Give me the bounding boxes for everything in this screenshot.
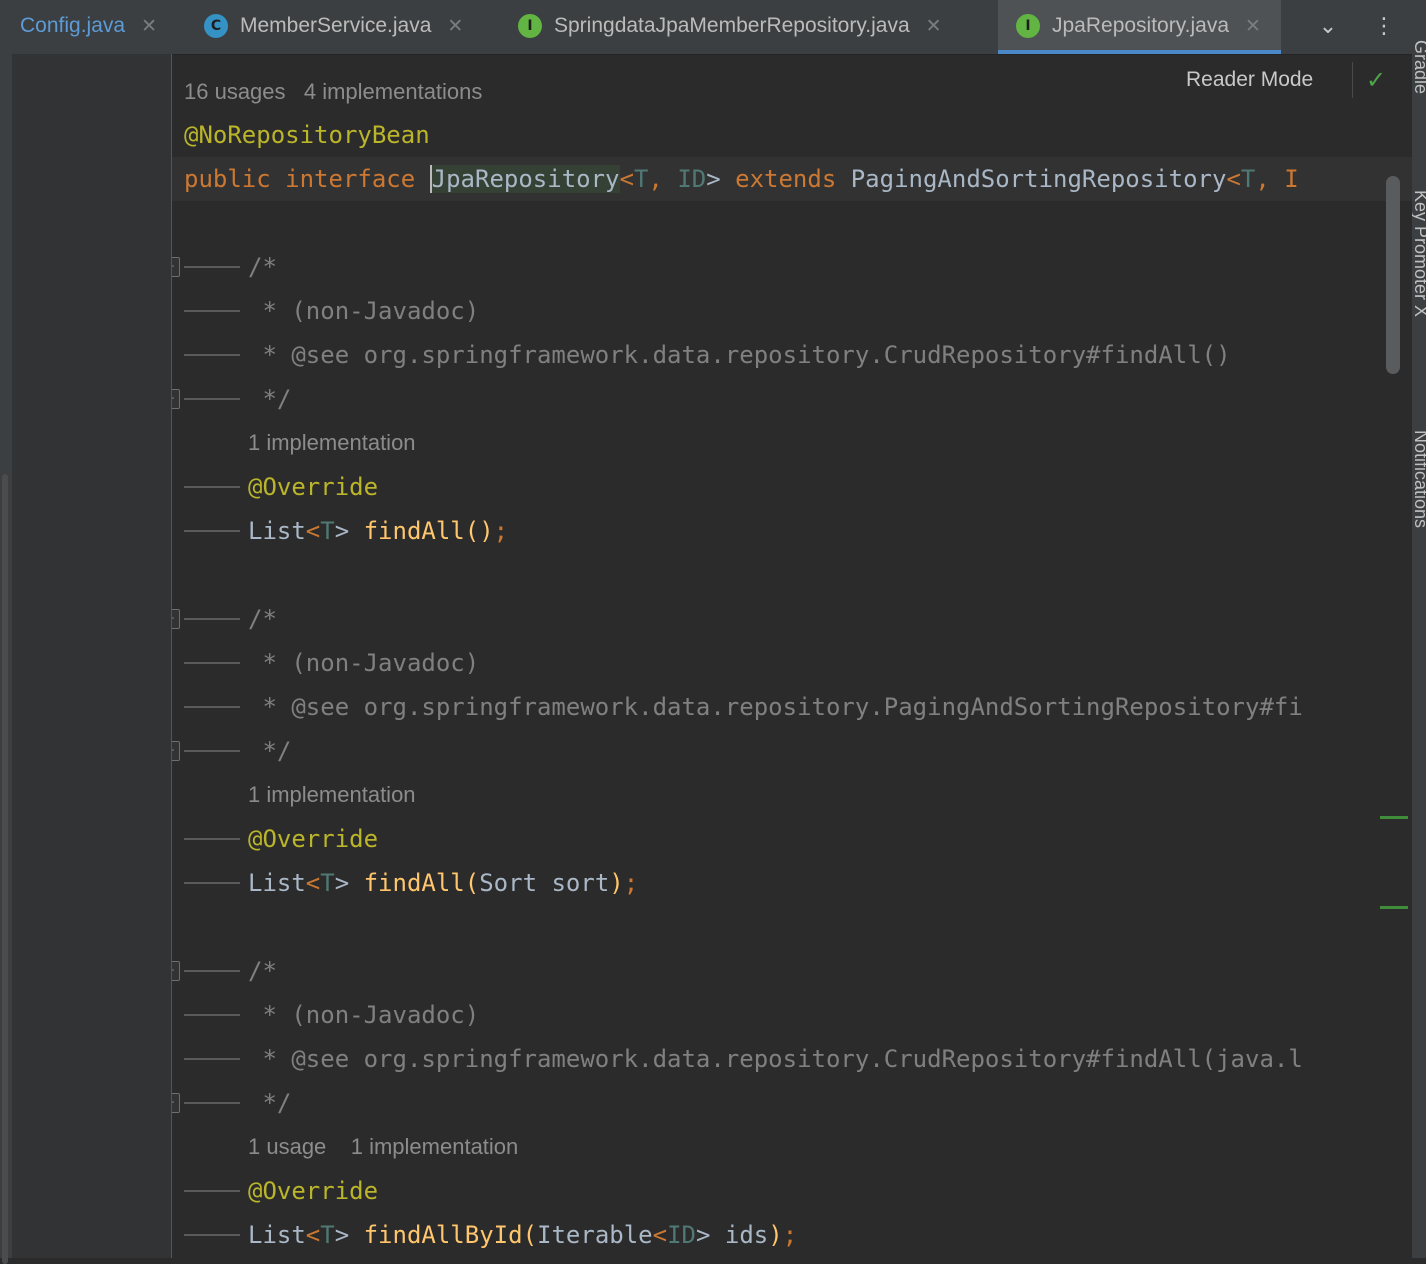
tab-config-java[interactable]: Config.java ✕	[20, 0, 157, 52]
tab-jparepository-java[interactable]: I JpaRepository.java ✕	[998, 0, 1281, 54]
comment: * @see org.springframework.data.reposito…	[248, 341, 1231, 369]
side-panel-key-promoter-x[interactable]: Key Promoter X	[1412, 190, 1426, 317]
code-line-44: 44 − */	[172, 377, 1412, 421]
fold-icon[interactable]: −	[172, 609, 180, 629]
code-line-41: 41 − /*	[172, 245, 1412, 289]
side-panel-notifications[interactable]: Notifications	[1412, 430, 1426, 528]
code-line-56: 56 * (non-Javadoc)	[172, 993, 1412, 1037]
annotation: @Override	[248, 473, 379, 501]
change-marker	[1380, 906, 1408, 909]
comment: * (non-Javadoc)	[248, 1001, 480, 1029]
code-line-60: 60 ↑ I↓ List<T> findAllById(Iterable<ID>…	[172, 1213, 1412, 1257]
code-line-43: 43 * @see org.springframework.data.repos…	[172, 333, 1412, 377]
code-line-49: 49 * (non-Javadoc)	[172, 641, 1412, 685]
reader-mode-button[interactable]: Reader Mode	[1186, 68, 1313, 92]
close-icon[interactable]: ✕	[141, 15, 157, 37]
interface-icon: I	[518, 14, 542, 38]
code-editor[interactable]: 16 usages 4 implementations 38 @NoReposi…	[172, 54, 1412, 1258]
comment: * (non-Javadoc)	[248, 649, 480, 677]
interface-icon: I	[1016, 14, 1040, 38]
fold-icon[interactable]: −	[172, 257, 180, 277]
inlay-hint-row: 1 implementation	[172, 421, 1412, 465]
code-line-51: 51 − */	[172, 729, 1412, 773]
usages-hint[interactable]: 16 usages 4 implementations	[184, 70, 482, 114]
annotation: @Override	[248, 1177, 379, 1205]
more-vertical-icon[interactable]: ⋮	[1368, 10, 1400, 42]
comment: * @see org.springframework.data.reposito…	[248, 1045, 1303, 1073]
change-marker	[1380, 816, 1408, 819]
code-line-52: 52 @Override	[172, 817, 1412, 861]
comment: /*	[248, 605, 277, 633]
code-line-59: 59 @Override	[172, 1169, 1412, 1213]
class-icon: C	[204, 14, 228, 38]
code-line-46: 46 ↑ I↓ List<T> findAll();	[172, 509, 1412, 553]
tab-label: SpringdataJpaMemberRepository.java	[554, 14, 910, 37]
fold-icon[interactable]: −	[172, 961, 180, 981]
annotation: @Override	[248, 825, 379, 853]
comment: * (non-Javadoc)	[248, 297, 480, 325]
code-line-54: 54	[172, 905, 1412, 949]
code-line-45: 45 @Override	[172, 465, 1412, 509]
code-line-50: 50 * @see org.springframework.data.repos…	[172, 685, 1412, 729]
editor-tab-bar: Config.java ✕ C MemberService.java ✕ I S…	[0, 0, 1412, 55]
tab-label: JpaRepository.java	[1052, 14, 1230, 37]
code-line-53: 53 ↑ I↓ List<T> findAll(Sort sort);	[172, 861, 1412, 905]
code-line-40: 40	[172, 201, 1412, 245]
code-text: List<T> findAll(Sort sort);	[248, 869, 639, 897]
chevron-down-icon[interactable]: ⌄	[1312, 10, 1344, 42]
fold-icon[interactable]: −	[172, 741, 180, 761]
implementations-hint[interactable]: 1 implementation	[248, 421, 416, 465]
close-icon[interactable]: ✕	[1245, 15, 1261, 37]
tab-label: Config.java	[20, 14, 126, 37]
comment: */	[248, 1089, 292, 1117]
code-line-48: 48 − /*	[172, 597, 1412, 641]
tab-label: MemberService.java	[240, 14, 432, 37]
usages-hint[interactable]: 1 usage 1 implementation	[248, 1125, 518, 1169]
code-line-42: 42 * (non-Javadoc)	[172, 289, 1412, 333]
check-icon[interactable]: ✓	[1366, 66, 1386, 94]
fold-icon[interactable]: −	[172, 389, 180, 409]
inlay-hint-row: 1 implementation	[172, 773, 1412, 817]
right-tool-window-strip: Gradle Key Promoter X Notifications	[1412, 0, 1426, 1258]
code-text: public interface JpaRepository<T, ID> ex…	[184, 165, 1299, 193]
code-line-38: 38 @NoRepositoryBean	[172, 113, 1412, 157]
comment: /*	[248, 957, 277, 985]
tab-springdatajpamemberrepository-java[interactable]: I SpringdataJpaMemberRepository.java ✕	[518, 0, 942, 52]
vertical-scrollbar[interactable]	[1386, 176, 1400, 374]
left-tool-window-strip	[0, 54, 12, 1264]
code-line-58: 58 − */	[172, 1081, 1412, 1125]
tab-memberservice-java[interactable]: C MemberService.java ✕	[204, 0, 463, 52]
code-text: List<T> findAllById(Iterable<ID> ids);	[248, 1221, 798, 1249]
editor-gutter	[12, 54, 172, 1258]
code-line-55: 55 − /*	[172, 949, 1412, 993]
close-icon[interactable]: ✕	[926, 15, 942, 37]
comment: */	[248, 737, 292, 765]
scroll-marker	[2, 474, 8, 1264]
code-line-57: 57 * @see org.springframework.data.repos…	[172, 1037, 1412, 1081]
side-panel-gradle[interactable]: Gradle	[1412, 40, 1426, 94]
comment: /*	[248, 253, 277, 281]
annotation: @NoRepositoryBean	[184, 121, 430, 149]
comment: */	[248, 385, 292, 413]
fold-icon[interactable]: −	[172, 1093, 180, 1113]
code-line-47: 47	[172, 553, 1412, 597]
code-line-39: 39 I↓ public interface JpaRepository<T, …	[172, 157, 1412, 201]
divider	[1352, 62, 1353, 98]
implementations-hint[interactable]: 1 implementation	[248, 773, 416, 817]
comment: * @see org.springframework.data.reposito…	[248, 693, 1303, 721]
close-icon[interactable]: ✕	[447, 15, 463, 37]
code-text: List<T> findAll();	[248, 517, 509, 545]
inlay-hint-row: 1 usage 1 implementation	[172, 1125, 1412, 1169]
